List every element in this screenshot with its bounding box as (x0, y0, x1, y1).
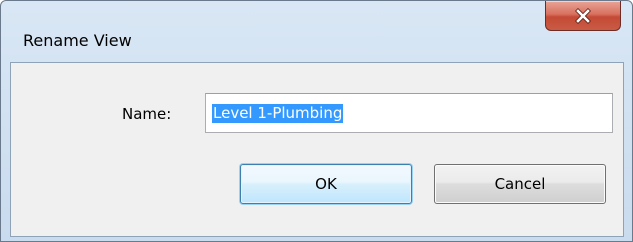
dialog-body: Name: Level 1-Plumbing OK Cancel (10, 62, 624, 237)
dialog-title: Rename View (23, 31, 132, 50)
title-bar[interactable]: Rename View (1, 1, 632, 50)
cancel-button[interactable]: Cancel (434, 164, 606, 204)
name-label: Name: (122, 105, 172, 123)
name-input[interactable]: Level 1-Plumbing (205, 93, 613, 133)
ok-button[interactable]: OK (240, 164, 412, 204)
rename-view-dialog: Rename View Name: Level 1-Plumbing OK Ca… (0, 0, 633, 242)
name-input-value: Level 1-Plumbing (212, 104, 344, 123)
close-button[interactable] (545, 1, 621, 31)
close-icon (575, 7, 591, 24)
